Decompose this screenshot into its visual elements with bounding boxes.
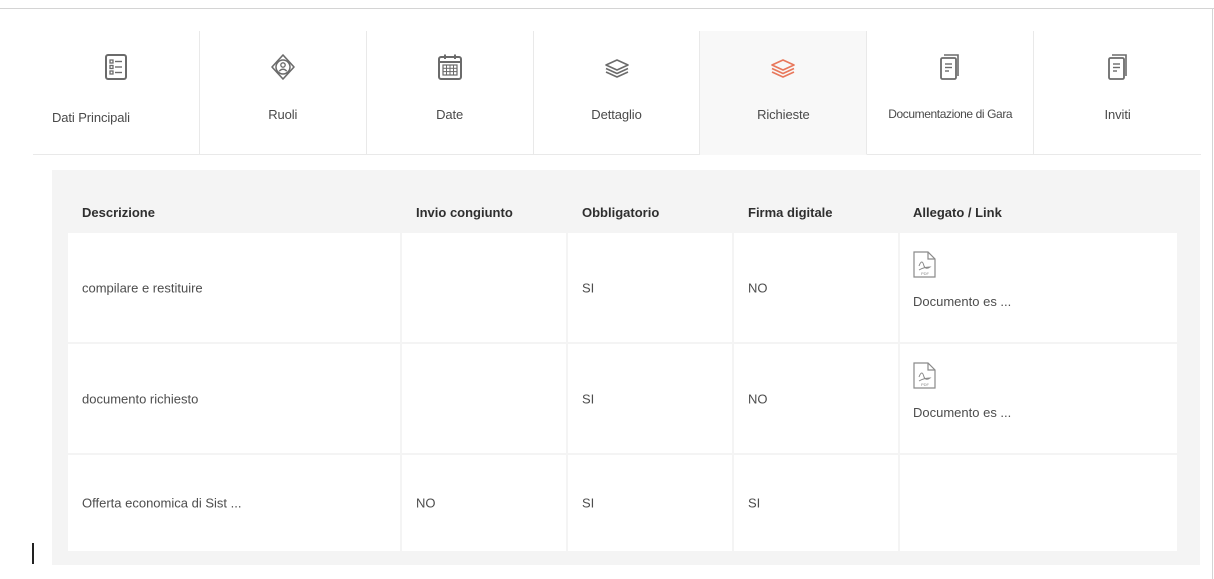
attachment-link[interactable]: PDF Documento es ... <box>913 362 1011 420</box>
obbligatorio-text: SI <box>582 280 595 295</box>
layers-icon <box>771 59 796 78</box>
tab-richieste[interactable]: Richieste <box>700 31 868 155</box>
cell-obbligatorio: SI <box>568 233 734 342</box>
svg-text:PDF: PDF <box>921 271 930 276</box>
tab-label: Dati Principali <box>52 110 130 125</box>
layers-icon <box>604 59 629 78</box>
cell-obbligatorio: SI <box>568 344 734 453</box>
tab-label: Inviti <box>1104 107 1131 122</box>
header-allegato-link: Allegato / Link <box>913 205 1002 220</box>
cell-firma-digitale: NO <box>734 344 900 453</box>
cell-allegato <box>900 455 1177 551</box>
header-invio-congiunto: Invio congiunto <box>416 205 513 220</box>
cell-firma-digitale: SI <box>734 455 900 551</box>
requests-panel: Descrizione Invio congiunto Obbligatorio… <box>52 170 1200 565</box>
tab-label: Documentazione di Gara <box>888 107 1013 121</box>
user-roles-icon <box>270 54 295 80</box>
table-row: documento richiesto SI NO PDF Documento … <box>68 344 1177 453</box>
descrizione-text: compilare e restituire <box>82 280 203 295</box>
attachment-label[interactable]: Documento es ... <box>913 405 1011 420</box>
calendar-icon <box>437 54 462 80</box>
cell-obbligatorio: SI <box>568 455 734 551</box>
pdf-file-icon: PDF <box>913 362 936 389</box>
document-icon <box>1107 54 1127 80</box>
document-icon <box>940 54 960 80</box>
tab-bar: Dati Principali Ruoli Date Dettaglio Ric… <box>33 31 1201 155</box>
table-row: compilare e restituire SI NO PDF Documen… <box>68 233 1177 342</box>
firma-text: NO <box>748 280 768 295</box>
tab-label: Ruoli <box>268 107 298 122</box>
attachment-label[interactable]: Documento es ... <box>913 294 1011 309</box>
descrizione-text: documento richiesto <box>82 391 199 406</box>
tab-dettaglio[interactable]: Dettaglio <box>533 31 701 155</box>
cell-descrizione: compilare e restituire <box>68 233 402 342</box>
obbligatorio-text: SI <box>582 495 595 511</box>
table-row: Offerta economica di Sist ... NO SI SI <box>68 455 1177 551</box>
pdf-file-icon: PDF <box>913 251 936 278</box>
tab-documentazione-di-gara[interactable]: Documentazione di Gara <box>867 31 1035 155</box>
header-firma-digitale: Firma digitale <box>748 205 833 220</box>
table-header: Descrizione Invio congiunto Obbligatorio… <box>52 170 1200 232</box>
top-divider <box>0 8 1214 9</box>
cell-allegato: PDF Documento es ... <box>900 344 1177 453</box>
cell-invio-congiunto <box>402 233 568 342</box>
list-form-icon <box>104 54 127 80</box>
cell-descrizione: documento richiesto <box>68 344 402 453</box>
right-divider <box>1212 8 1213 579</box>
cell-firma-digitale: NO <box>734 233 900 342</box>
tab-dati-principali[interactable]: Dati Principali <box>33 31 200 155</box>
firma-text: SI <box>748 495 761 511</box>
invio-text: NO <box>416 495 436 511</box>
header-descrizione: Descrizione <box>82 205 155 220</box>
firma-text: NO <box>748 391 768 406</box>
cell-invio-congiunto: NO <box>402 455 568 551</box>
tab-date[interactable]: Date <box>366 31 534 155</box>
tab-inviti[interactable]: Inviti <box>1034 31 1201 155</box>
cell-descrizione: Offerta economica di Sist ... <box>68 455 402 551</box>
descrizione-text: Offerta economica di Sist ... <box>82 495 242 511</box>
text-cursor <box>32 543 34 564</box>
attachment-link[interactable]: PDF Documento es ... <box>913 251 1011 309</box>
tab-ruoli[interactable]: Ruoli <box>199 31 367 155</box>
cell-allegato: PDF Documento es ... <box>900 233 1177 342</box>
svg-text:PDF: PDF <box>921 382 930 387</box>
tab-label: Dettaglio <box>591 107 642 122</box>
tab-label: Richieste <box>757 107 810 122</box>
tab-label: Date <box>436 107 464 122</box>
header-obbligatorio: Obbligatorio <box>582 205 660 220</box>
cell-invio-congiunto <box>402 344 568 453</box>
obbligatorio-text: SI <box>582 391 595 406</box>
